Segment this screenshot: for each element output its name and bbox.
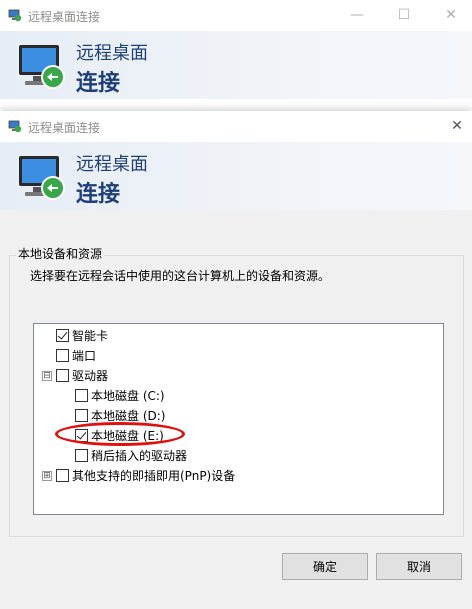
checkbox-drive-c[interactable]	[75, 388, 88, 402]
dialog-banner-line1: 远程桌面	[76, 154, 148, 175]
cancel-button[interactable]: 取消	[376, 553, 462, 580]
tree-item-ports[interactable]: 端口	[56, 345, 96, 365]
minimize-icon[interactable]: —	[347, 6, 367, 24]
maximize-icon[interactable]: ☐	[394, 6, 414, 24]
dialog-banner-line2: 连接	[76, 182, 121, 207]
group-title: 本地设备和资源	[16, 245, 105, 262]
tree-item-drives[interactable]: 驱动器	[56, 365, 108, 385]
computer-icon	[19, 45, 65, 89]
tree-item-label: 驱动器	[72, 368, 109, 383]
dialog-titlebar: 远程桌面连接 ✕	[0, 111, 472, 142]
checkbox-drives[interactable]	[56, 368, 69, 382]
tree-item-label: 端口	[72, 348, 97, 363]
checkbox-drive-d[interactable]	[75, 408, 88, 422]
bg-banner: 远程桌面 连接	[0, 31, 472, 99]
bg-titlebar: 远程桌面连接 — ☐ ✕	[0, 0, 472, 31]
app-icon	[8, 120, 22, 133]
tree-item-label: 本地磁盘 (D:)	[91, 408, 166, 423]
bg-banner-line1: 远程桌面	[76, 43, 148, 64]
checkbox-ports[interactable]	[56, 348, 69, 362]
device-tree[interactable]: 智能卡 端口 ⊟ 驱动器 本地磁盘 (C:) 本地磁盘 (D:) 本地磁盘 (E…	[33, 323, 444, 515]
tree-item-label: 本地磁盘 (C:)	[91, 388, 165, 403]
tree-item-label: 稍后插入的驱动器	[91, 448, 188, 463]
tree-item-smartcard[interactable]: 智能卡	[56, 325, 108, 345]
collapse-icon[interactable]: ⊟	[42, 371, 52, 381]
dialog-banner: 远程桌面 连接	[0, 142, 472, 210]
tree-item-label: 其他支持的即插即用(PnP)设备	[72, 468, 236, 483]
tree-item-label: 智能卡	[72, 328, 109, 343]
group-description: 选择要在远程会话中使用的这台计算机上的设备和资源。	[30, 269, 331, 283]
close-icon[interactable]: ✕	[447, 117, 467, 135]
checkbox-pnp[interactable]	[56, 468, 69, 482]
highlight-ellipse	[55, 422, 185, 446]
ok-button[interactable]: 确定	[282, 553, 368, 580]
tree-item-pnp[interactable]: 其他支持的即插即用(PnP)设备	[56, 465, 235, 485]
checkbox-smartcard[interactable]	[56, 328, 69, 342]
close-icon[interactable]: ✕	[441, 6, 461, 24]
tree-item-later-drives[interactable]: 稍后插入的驱动器	[75, 445, 187, 465]
checkbox-later-drives[interactable]	[75, 448, 88, 462]
app-icon	[8, 9, 22, 22]
background-window: 远程桌面连接 — ☐ ✕ 远程桌面 连接	[0, 0, 472, 104]
bg-banner-line2: 连接	[76, 71, 121, 96]
bg-window-title: 远程桌面连接	[28, 10, 101, 24]
expand-icon[interactable]: ⊞	[42, 471, 52, 481]
dialog-title: 远程桌面连接	[28, 121, 101, 135]
tree-item-drive-c[interactable]: 本地磁盘 (C:)	[75, 385, 165, 405]
computer-icon	[19, 156, 65, 200]
